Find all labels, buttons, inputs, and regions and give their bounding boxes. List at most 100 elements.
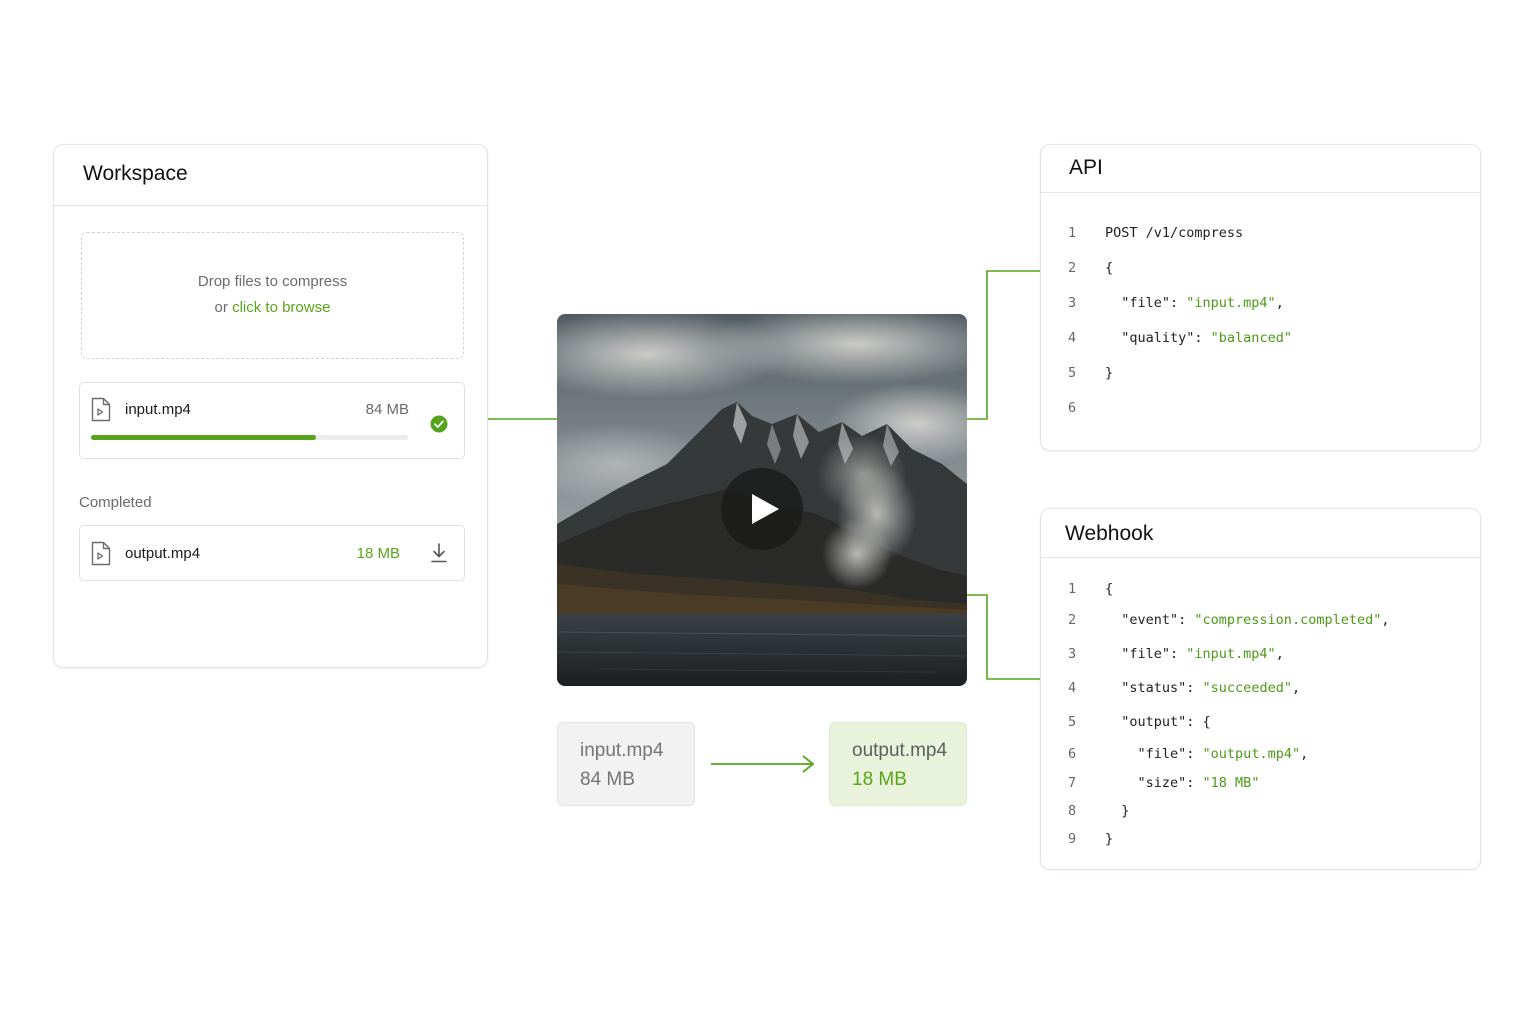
check-circle-icon [430,415,448,433]
code-line: 6 [1041,400,1480,420]
upload-progress-bar [91,435,408,440]
code-text: "output": { [1105,714,1211,730]
line-number: 3 [1068,646,1077,662]
completed-file-row[interactable]: output.mp4 18 MB [79,525,465,581]
output-summary-name: output.mp4 [852,740,948,761]
code-line: 8 } [1041,803,1480,823]
webhook-panel: Webhook 1{2 "event": "compression.comple… [1040,508,1481,870]
workspace-title: Workspace [83,162,188,185]
code-token: "file": [1105,646,1187,662]
line-number: 4 [1068,330,1077,346]
string-token: "succeeded" [1202,680,1292,696]
webhook-title: Webhook [1065,522,1154,545]
code-token: POST /v1/compress [1105,225,1244,241]
file-video-icon [91,541,111,566]
line-number: 5 [1068,714,1077,730]
string-token: "input.mp4" [1186,295,1276,311]
code-line: 4 "quality": "balanced" [1041,330,1480,350]
string-token: "input.mp4" [1186,646,1276,662]
code-token: , [1291,680,1301,696]
code-token: "file": [1105,746,1203,762]
code-line: 3 "file": "input.mp4", [1041,646,1480,666]
code-token: "quality": [1105,330,1211,346]
video-preview[interactable] [557,314,967,686]
upload-progress-fill [91,435,317,440]
workspace-panel: Workspace Drop files to compress or clic… [53,144,488,668]
completed-file-name: output.mp4 [125,545,201,562]
code-line: 1{ [1041,581,1480,601]
browse-link[interactable]: click to browse [232,299,330,316]
code-line: 3 "file": "input.mp4", [1041,295,1480,315]
code-token: { [1105,260,1114,276]
line-number: 7 [1068,775,1077,791]
line-number: 1 [1068,225,1077,241]
uploading-file-size: 84 MB [365,401,409,418]
file-dropzone[interactable]: Drop files to compress or click to brows… [81,232,464,359]
dropzone-or-text: or [214,299,233,316]
line-number: 1 [1068,581,1077,597]
line-number: 3 [1068,295,1077,311]
code-token: } [1105,803,1130,819]
file-video-icon [91,397,111,422]
string-token: "compression.completed" [1194,612,1382,628]
code-text: "size": "18 MB" [1105,775,1260,791]
uploading-file-row[interactable]: input.mp4 84 MB [79,382,465,459]
code-token: "event": [1105,612,1195,628]
code-line: 4 "status": "succeeded", [1041,680,1480,700]
code-token: } [1105,365,1114,381]
completed-file-size: 18 MB [356,545,400,562]
code-text: { [1105,581,1113,597]
code-text: } [1105,831,1113,847]
code-text: "event": "compression.completed", [1105,612,1389,628]
code-text: "file": "input.mp4", [1105,295,1284,311]
download-icon[interactable] [429,542,449,564]
line-number: 2 [1068,612,1077,628]
code-token: "status": [1105,680,1203,696]
code-line: 2{ [1041,260,1480,280]
input-summary-size: 84 MB [580,769,635,790]
input-file-summary: input.mp4 84 MB [557,722,695,806]
api-header: API [1041,145,1480,193]
code-token: "file": [1105,295,1187,311]
output-file-summary: output.mp4 18 MB [829,722,967,806]
code-token: , [1381,612,1390,628]
workspace-header: Workspace [54,145,487,206]
code-text: "file": "input.mp4", [1105,646,1284,662]
arrow-right-icon [711,755,815,773]
code-token: { [1105,581,1114,597]
string-token: "balanced" [1210,330,1292,346]
code-text: } [1105,803,1129,819]
code-token: , [1275,295,1284,311]
completed-section-label: Completed [79,494,152,511]
api-title: API [1069,156,1103,179]
line-number: 5 [1068,365,1077,381]
code-text: { [1105,260,1113,276]
code-line: 7 "size": "18 MB" [1041,775,1480,795]
code-token: , [1275,646,1284,662]
line-number: 6 [1068,746,1077,762]
code-line: 2 "event": "compression.completed", [1041,612,1480,632]
code-line: 5} [1041,365,1480,385]
api-panel: API 1 POST /v1/compress 2{3 "file": "input… [1040,144,1481,451]
dropzone-text: Drop files to compress [197,273,348,290]
code-text: "file": "output.mp4", [1105,746,1309,762]
code-token: "size": [1105,775,1203,791]
code-text: } [1105,365,1113,381]
play-icon [752,494,779,524]
uploading-file-name: input.mp4 [125,401,191,418]
code-token: } [1105,831,1114,847]
line-number: 9 [1068,831,1077,847]
line-number: 8 [1068,803,1077,819]
line-number: 4 [1068,680,1077,696]
line-number: 2 [1068,260,1077,276]
code-line: 9} [1041,831,1480,851]
play-button[interactable] [721,468,803,550]
code-text: "status": "succeeded", [1105,680,1300,696]
code-text: POST /v1/compress [1105,225,1243,241]
code-text: "quality": "balanced" [1105,330,1292,346]
code-line: 1 POST /v1/compress [1041,225,1480,245]
string-token: "18 MB" [1202,775,1260,791]
code-token: , [1300,746,1309,762]
input-summary-name: input.mp4 [580,740,664,761]
code-token: "output": { [1105,714,1211,730]
